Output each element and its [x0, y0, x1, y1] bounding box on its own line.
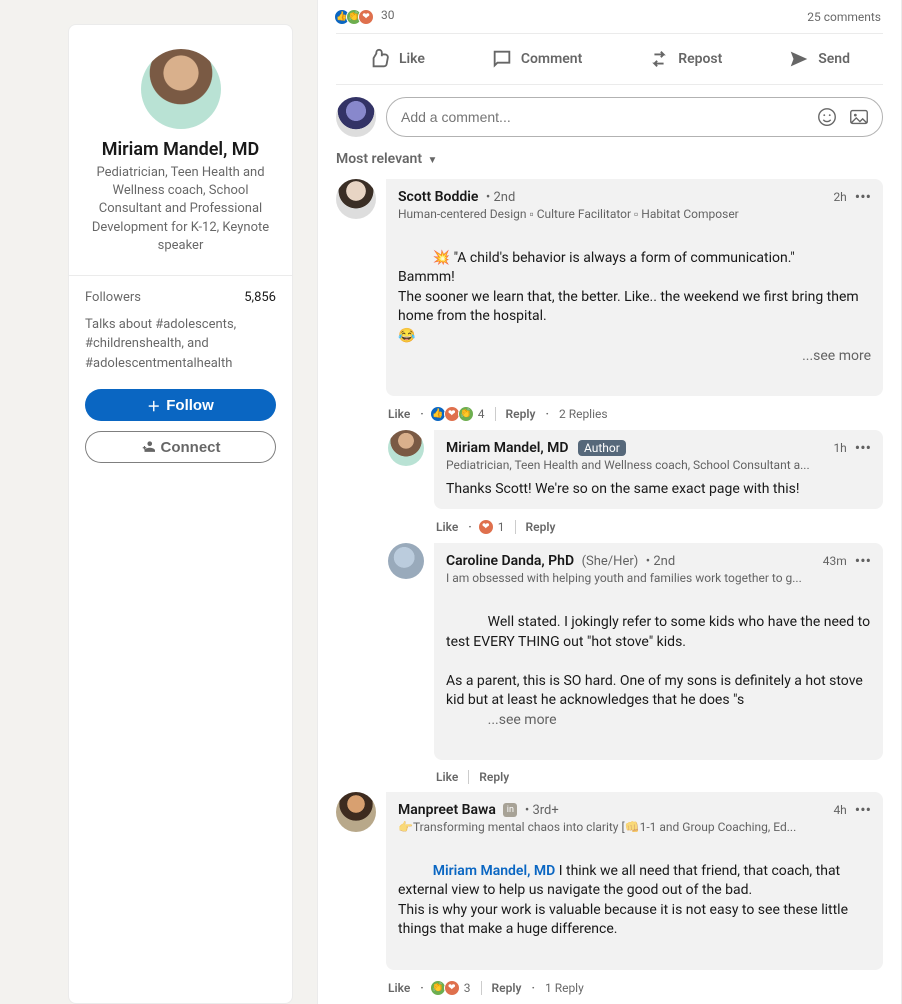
premium-badge-icon: in: [503, 803, 517, 817]
reply-count[interactable]: 1 Reply: [545, 981, 584, 995]
send-icon: [788, 48, 810, 70]
commenter-name[interactable]: Caroline Danda, PhD: [446, 553, 574, 569]
comment-like[interactable]: Like: [436, 770, 458, 784]
connection-degree: • 2nd: [646, 554, 675, 569]
connect-button[interactable]: Connect: [85, 431, 276, 463]
comment-input[interactable]: [386, 97, 883, 137]
emoji-icon[interactable]: [816, 106, 838, 128]
comment-reply[interactable]: Reply: [492, 981, 522, 995]
comment-menu-icon[interactable]: •••: [855, 802, 871, 818]
comment-like[interactable]: Like: [436, 520, 458, 534]
celebrate-reaction-icon: 👏: [458, 406, 474, 422]
profile-avatar[interactable]: [141, 49, 221, 129]
commenter-headline: Pediatrician, Teen Health and Wellness c…: [446, 458, 810, 472]
repost-button[interactable]: Repost: [640, 38, 730, 80]
talks-about: Talks about #adolescents, #childrensheal…: [69, 315, 292, 390]
commenter-avatar[interactable]: [388, 430, 424, 466]
thumbs-up-icon: [369, 48, 391, 70]
comment-like[interactable]: Like: [388, 407, 410, 421]
comment-text-field[interactable]: [399, 108, 806, 126]
commenter-avatar[interactable]: [336, 792, 376, 832]
image-icon[interactable]: [848, 106, 870, 128]
comment-reactions[interactable]: ❤ 1: [482, 519, 505, 535]
comment-time: 43m: [823, 554, 847, 568]
comment-time: 4h: [833, 803, 846, 817]
comment-reply[interactable]: Reply: [526, 520, 556, 534]
love-reaction-icon: ❤: [478, 519, 494, 535]
comment: Manpreet Bawa in • 3rd+ 👉Transforming me…: [336, 792, 883, 970]
self-avatar[interactable]: [336, 97, 376, 137]
comment-time: 1h: [833, 441, 846, 455]
see-more[interactable]: ...see more: [488, 712, 557, 728]
see-more[interactable]: ...see more: [802, 347, 871, 367]
follow-button[interactable]: ＋ Follow: [85, 389, 276, 421]
commenter-name[interactable]: Scott Boddie: [398, 189, 478, 205]
comment-reply[interactable]: Reply: [479, 770, 509, 784]
commenter-headline: Human-centered Design ▫ Culture Facilita…: [398, 207, 739, 221]
pronoun: (She/Her): [582, 554, 639, 569]
reply-count[interactable]: 2 Replies: [559, 407, 608, 421]
reply: Miriam Mandel, MD Author Pediatrician, T…: [388, 430, 883, 510]
commenter-avatar[interactable]: [336, 179, 376, 219]
comment-menu-icon[interactable]: •••: [855, 553, 871, 569]
sort-dropdown[interactable]: Most relevant ▼: [336, 147, 883, 179]
comment: Scott Boddie • 2nd Human-centered Design…: [336, 179, 883, 396]
mention-link[interactable]: Miriam Mandel, MD: [433, 863, 556, 879]
chevron-down-icon: ▼: [428, 155, 438, 166]
person-plus-icon: [141, 439, 155, 456]
followers-label: Followers: [85, 290, 141, 305]
send-button[interactable]: Send: [780, 38, 858, 80]
commenter-headline: I am obsessed with helping youth and fam…: [446, 571, 802, 585]
connection-degree: • 3rd+: [525, 803, 559, 818]
commenter-headline: 👉Transforming mental chaos into clarity …: [398, 820, 796, 834]
comment-count[interactable]: 25 comments: [807, 10, 881, 24]
plus-icon: ＋: [147, 396, 160, 415]
post-panel: 👍 👏 ❤ 30 25 comments Like Comment Repost: [317, 0, 902, 1004]
commenter-name[interactable]: Manpreet Bawa: [398, 802, 496, 818]
comment-button[interactable]: Comment: [483, 38, 590, 80]
comment-reply[interactable]: Reply: [506, 407, 536, 421]
connection-degree: • 2nd: [486, 190, 515, 205]
love-reaction-icon: ❤: [444, 980, 460, 996]
profile-sidebar: Miriam Mandel, MD Pediatrician, Teen Hea…: [68, 24, 293, 1004]
comment-like[interactable]: Like: [388, 981, 410, 995]
comment-reactions[interactable]: 👍 ❤ 👏 4: [434, 406, 485, 422]
comment-menu-icon[interactable]: •••: [855, 189, 871, 205]
comment-reactions[interactable]: 👏 ❤ 3: [434, 980, 471, 996]
like-button[interactable]: Like: [361, 38, 433, 80]
profile-headline: Pediatrician, Teen Health and Wellness c…: [85, 164, 276, 255]
reply: Caroline Danda, PhD (She/Her) • 2nd I am…: [388, 543, 883, 760]
commenter-name[interactable]: Miriam Mandel, MD: [446, 440, 569, 456]
reaction-summary[interactable]: 👍 👏 ❤ 30: [338, 8, 394, 25]
author-badge: Author: [578, 440, 626, 456]
repost-icon: [648, 48, 670, 70]
love-reaction-icon: ❤: [358, 9, 374, 25]
commenter-avatar[interactable]: [388, 543, 424, 579]
speech-bubble-icon: [491, 48, 513, 70]
followers-count: 5,856: [244, 290, 276, 305]
comment-menu-icon[interactable]: •••: [855, 440, 871, 456]
profile-name[interactable]: Miriam Mandel, MD: [85, 139, 276, 160]
comment-time: 2h: [833, 190, 846, 204]
